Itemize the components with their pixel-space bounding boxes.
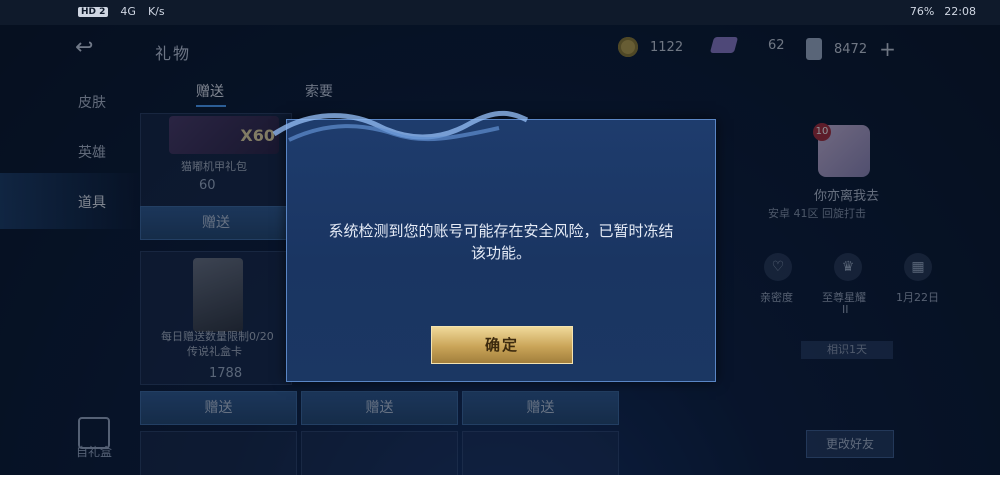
gift-box-label: 自礼盒 (76, 445, 113, 459)
stat-label: 亲密度 (760, 291, 793, 304)
send-button[interactable]: 赠送 (140, 206, 292, 240)
network-speed: K/s (147, 5, 165, 18)
status-bar: HD 2 4G K/s 76% 22:08 (0, 0, 1000, 25)
acquaintance-badge: 相识1天 (801, 341, 893, 359)
coin-icon (618, 37, 638, 57)
mecha-pack-image: X60 (169, 116, 279, 154)
sidebar-item-skins[interactable]: 皮肤 (78, 92, 106, 112)
game-screen: ↩ 礼物 1122 62 8472 + 皮肤 英雄 道具 自礼盒 赠送 索要 X… (0, 25, 1000, 475)
send-button[interactable]: 赠送 (301, 391, 458, 425)
dialog-message-line: 该功能。 (470, 244, 531, 262)
item-name: 猫嘟机甲礼包 (181, 160, 247, 173)
tab-underline (196, 105, 226, 107)
dialog-message-line: 系统检测到您的账号可能存在安全风险，已暂时冻结 (328, 222, 674, 240)
item-card[interactable] (140, 431, 297, 475)
signal-indicator: 4G (120, 5, 136, 18)
add-button[interactable]: + (879, 37, 896, 61)
status-left: HD 2 4G K/s (78, 5, 165, 18)
status-right: 76% 22:08 (910, 5, 976, 18)
dialog-message: 系统检测到您的账号可能存在安全风险，已暂时冻结 该功能。 (301, 220, 701, 264)
tab-send[interactable]: 赠送 (196, 81, 224, 101)
coin-balance: 1122 (618, 37, 683, 57)
friend-server-info: 安卓 41区 回旋打击 (768, 207, 866, 220)
card-balance: 8472 + (806, 37, 896, 61)
page-title: 礼物 (155, 44, 192, 63)
item-card[interactable] (462, 431, 619, 475)
hd-badge: HD 2 (78, 6, 109, 17)
item-name: 传说礼盒卡 (187, 345, 242, 358)
gem-value: 62 (768, 37, 785, 53)
crown-icon: ♛ (834, 253, 862, 281)
item-price: 60 (199, 178, 216, 193)
friend-name: 你亦离我去 (814, 189, 880, 204)
gem-icon (709, 37, 739, 53)
tab-request[interactable]: 索要 (305, 81, 333, 101)
item-card[interactable] (301, 431, 458, 475)
card-icon (806, 38, 822, 60)
cake-icon: ▦ (904, 253, 932, 281)
card-value: 8472 (834, 41, 868, 57)
security-alert-dialog: 系统检测到您的账号可能存在安全风险，已暂时冻结 该功能。 确定 (272, 110, 716, 382)
sidebar-item-heroes[interactable]: 英雄 (78, 142, 106, 162)
decorative-wave-icon (272, 110, 529, 142)
sidebar-item-items[interactable]: 道具 (78, 192, 106, 212)
clock: 22:08 (944, 5, 976, 18)
item-limit-text: 每日赠送数量限制0/20 (161, 330, 274, 343)
sidebar-active-highlight (0, 173, 140, 229)
item-card[interactable]: 每日赠送数量限制0/20 传说礼盒卡 1788 (140, 251, 292, 385)
send-button[interactable]: 赠送 (462, 391, 619, 425)
confirm-button[interactable]: 确定 (431, 326, 573, 364)
heart-icon: ♡ (764, 253, 792, 281)
coin-value: 1122 (650, 39, 684, 55)
friend-level-badge: 10 (813, 123, 831, 141)
sidebar: 皮肤 英雄 道具 自礼盒 (0, 25, 140, 475)
stat-label: 1月22日 (896, 291, 939, 304)
legend-card-image (193, 258, 243, 332)
battery-level: 76% (909, 5, 935, 18)
gem-balance: 62 (709, 37, 785, 53)
send-button[interactable]: 赠送 (140, 391, 297, 425)
item-price: 1788 (209, 366, 243, 381)
change-friend-button[interactable]: 更改好友 (806, 430, 894, 458)
stat-sub-label: II (842, 303, 849, 316)
